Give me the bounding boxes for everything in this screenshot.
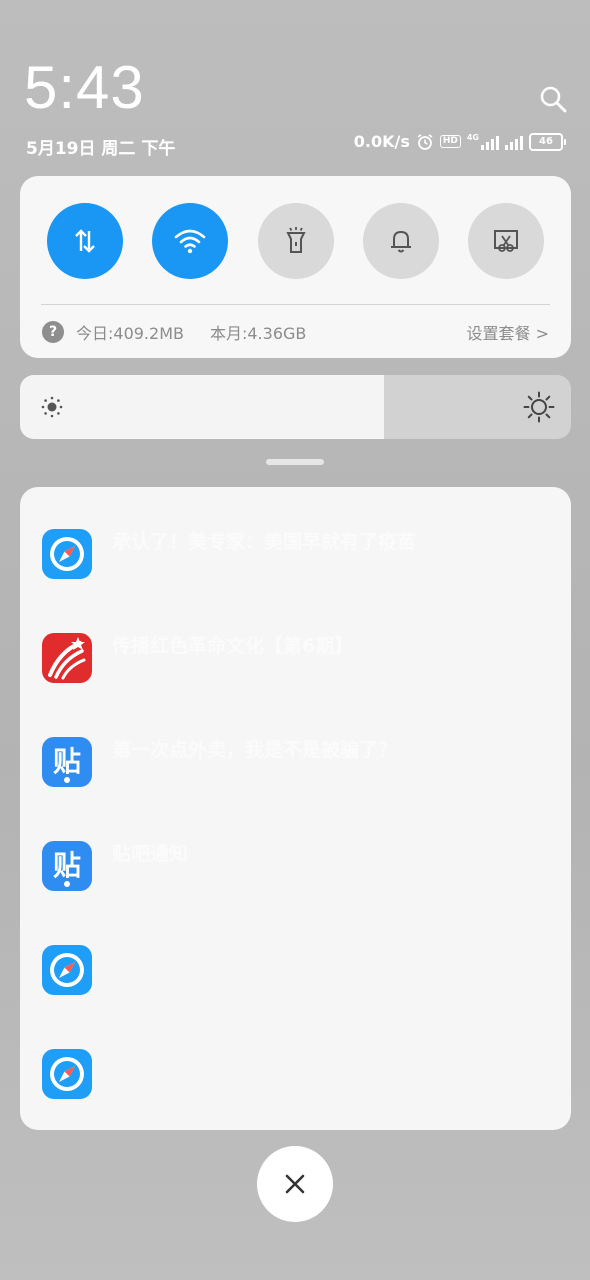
alarm-icon	[417, 133, 433, 150]
battery-level: 46	[529, 132, 563, 151]
notification-item[interactable]: 承认了！美专家：美国早就有了疫苗	[20, 487, 571, 591]
compass-browser-icon	[42, 1049, 92, 1099]
notification-title: 传播红色革命文化【第6期】	[112, 635, 354, 657]
quick-settings-tiles	[47, 203, 544, 279]
notification-list: 承认了！美专家：美国早就有了疫苗 传播红色革命文化【第6期】 贴 第一次点外卖，…	[20, 487, 571, 1130]
bell-icon	[390, 230, 411, 253]
flashlight-icon	[285, 227, 306, 253]
notification-item[interactable]: 贴 贴吧通知	[20, 799, 571, 903]
set-plan-link[interactable]: 设置套餐 >	[467, 320, 550, 344]
svg-text:贴: 贴	[53, 849, 81, 882]
notification-title: 贴吧通知	[112, 843, 189, 865]
drag-handle[interactable]	[266, 459, 324, 465]
notification-title: 第一次点外卖，我是不是被骗了？	[112, 739, 398, 761]
notification-title: 承认了！美专家：美国早就有了疫苗	[112, 531, 417, 553]
xuexi-app-icon	[42, 633, 92, 683]
brightness-slider[interactable]	[20, 375, 571, 439]
data-transfer-icon	[75, 229, 95, 253]
divider	[41, 304, 550, 305]
notification-item[interactable]: 贴 第一次点外卖，我是不是被骗了？	[20, 695, 571, 799]
sound-toggle[interactable]	[362, 203, 439, 279]
hd-badge: HD	[439, 135, 461, 148]
brightness-low-icon	[41, 396, 63, 418]
date: 5月19日 周二 下午	[26, 139, 176, 159]
compass-browser-icon	[42, 529, 92, 579]
data-month: 本月:4.36GB	[209, 324, 307, 343]
wifi-icon	[174, 229, 206, 254]
data-today: 今日:409.2MB	[76, 324, 184, 343]
flashlight-toggle[interactable]	[257, 203, 334, 279]
screenshot-icon	[494, 230, 518, 252]
notification-item[interactable]: 传播红色革命文化【第6期】	[20, 591, 571, 695]
status-icons: 0.0K/s HD 4G 46	[354, 132, 566, 151]
help-icon[interactable]: ?	[42, 321, 64, 343]
notification-item[interactable]	[20, 903, 571, 1007]
notification-item[interactable]	[20, 1007, 571, 1111]
search-button[interactable]	[538, 84, 568, 114]
battery-icon: 46	[529, 132, 566, 151]
svg-text:贴: 贴	[53, 745, 81, 778]
data-usage-row: ? 今日:409.2MB 本月:4.36GB 设置套餐 >	[42, 320, 549, 344]
network-type: 4G	[466, 132, 479, 142]
close-icon	[285, 1174, 305, 1194]
signal-icon-2	[505, 134, 523, 150]
tieba-app-icon: 贴	[42, 737, 92, 787]
brightness-high-icon	[523, 391, 555, 423]
signal-4g: 4G	[466, 132, 499, 150]
screenshot-toggle[interactable]	[468, 203, 544, 279]
clock: 5:43	[24, 54, 145, 121]
quick-settings-panel: ? 今日:409.2MB 本月:4.36GB 设置套餐 >	[20, 176, 571, 358]
tieba-app-icon: 贴	[42, 841, 92, 891]
mobile-data-toggle[interactable]	[47, 203, 123, 279]
search-icon	[540, 86, 567, 113]
net-speed: 0.0K/s	[353, 132, 410, 151]
brightness-fill	[20, 375, 384, 439]
clear-all-button[interactable]	[257, 1146, 333, 1222]
signal-icon	[481, 134, 499, 150]
compass-browser-icon	[42, 945, 92, 995]
wifi-toggle[interactable]	[152, 203, 229, 279]
